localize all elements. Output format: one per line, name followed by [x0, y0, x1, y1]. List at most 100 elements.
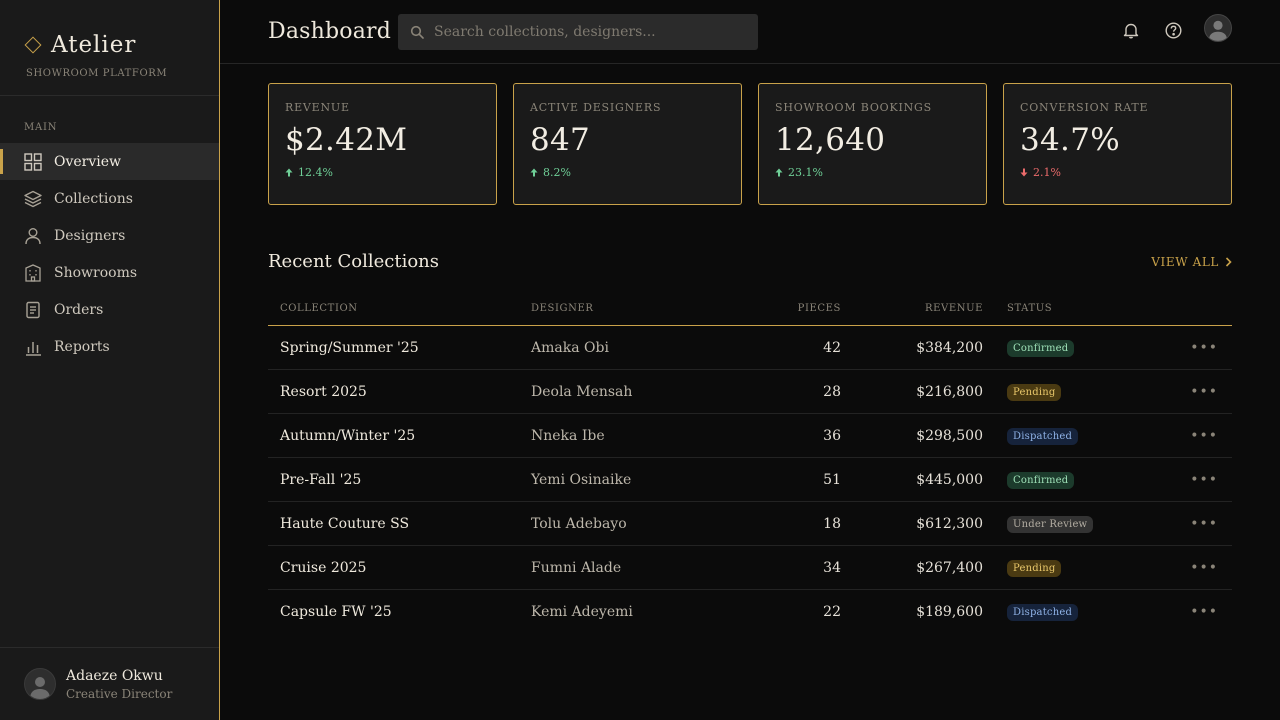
notifications-button[interactable]	[1120, 19, 1142, 41]
stat-card-showroom-bookings[interactable]: SHOWROOM BOOKINGS 12,640 23.1%	[758, 83, 987, 205]
stat-label: SHOWROOM BOOKINGS	[775, 101, 932, 114]
sidebar-item-label: Reports	[54, 338, 110, 355]
sidebar-item-overview[interactable]: Overview	[0, 143, 219, 180]
cell-pieces: 18	[823, 515, 841, 532]
cell-revenue: $298,500	[916, 427, 983, 444]
cell-actions: •••	[1163, 604, 1232, 620]
cell-status: Under Review	[983, 515, 1163, 533]
more-options-icon[interactable]: •••	[1190, 384, 1218, 400]
cell-status: Dispatched	[983, 427, 1163, 445]
cell-revenue: $216,800	[916, 383, 983, 400]
cell-collection: Pre-Fall '25	[280, 471, 362, 488]
table-row[interactable]: Haute Couture SS Tolu Adebayo 18 $612,30…	[268, 502, 1232, 546]
sidebar-item-reports[interactable]: Reports	[0, 328, 219, 365]
more-options-icon[interactable]: •••	[1190, 560, 1218, 576]
stat-delta-value: 12.4%	[298, 166, 333, 179]
arrow-up-icon	[530, 168, 538, 177]
cell-designer: Kemi Adeyemi	[531, 604, 633, 620]
cell-actions: •••	[1163, 384, 1232, 400]
help-button[interactable]	[1162, 19, 1184, 41]
stat-delta: 23.1%	[775, 166, 970, 179]
stat-card-revenue[interactable]: REVENUE $2.42M 12.4%	[268, 83, 497, 205]
stat-label: REVENUE	[285, 101, 350, 114]
cell-actions: •••	[1163, 560, 1232, 576]
header-actions	[1120, 14, 1232, 42]
sidebar-item-showrooms[interactable]: Showrooms	[0, 254, 219, 291]
stat-card-conversion-rate[interactable]: CONVERSION RATE 34.7% 2.1%	[1003, 83, 1232, 205]
cell-collection: Autumn/Winter '25	[280, 427, 416, 444]
search-input[interactable]	[434, 24, 734, 40]
cell-designer: Nneka Ibe	[531, 427, 605, 444]
user-icon	[24, 227, 42, 245]
current-user[interactable]: Adaeze Okwu Creative Director	[0, 647, 219, 720]
column-header-designer[interactable]: DESIGNER	[531, 303, 731, 314]
view-all-link[interactable]: VIEW ALL	[1151, 255, 1232, 269]
table-row[interactable]: Spring/Summer '25 Amaka Obi 42 $384,200 …	[268, 326, 1232, 370]
stat-delta: 8.2%	[530, 166, 725, 179]
cell-actions: •••	[1163, 516, 1232, 532]
sidebar-item-label: Overview	[54, 153, 122, 170]
more-options-icon[interactable]: •••	[1190, 340, 1218, 356]
cell-collection: Haute Couture SS	[280, 515, 410, 532]
sidebar: Atelier SHOWROOM PLATFORM MAIN Overview …	[0, 0, 220, 720]
arrow-up-icon	[775, 168, 783, 177]
sidebar-nav: Overview Collections Designers Showrooms…	[0, 143, 219, 365]
person-icon	[1208, 20, 1228, 41]
sidebar-item-label: Showrooms	[54, 264, 138, 281]
building-icon	[24, 263, 42, 282]
arrow-down-icon	[1020, 168, 1028, 177]
sidebar-item-orders[interactable]: Orders	[0, 291, 219, 328]
profile-avatar-button[interactable]	[1204, 14, 1232, 42]
cell-pieces: 42	[823, 339, 841, 356]
table-row[interactable]: Cruise 2025 Fumni Alade 34 $267,400 Pend…	[268, 546, 1232, 590]
stat-card-active-designers[interactable]: ACTIVE DESIGNERS 847 8.2%	[513, 83, 742, 205]
document-icon	[24, 301, 42, 319]
table-row[interactable]: Pre-Fall '25 Yemi Osinaike 51 $445,000 C…	[268, 458, 1232, 502]
sidebar-item-collections[interactable]: Collections	[0, 180, 219, 217]
search-box[interactable]	[398, 14, 758, 50]
more-options-icon[interactable]: •••	[1190, 472, 1218, 488]
stat-label: ACTIVE DESIGNERS	[530, 101, 662, 114]
cell-pieces: 22	[823, 604, 841, 620]
collections-table: COLLECTION DESIGNER PIECES REVENUE STATU…	[268, 292, 1232, 634]
sidebar-item-label: Orders	[54, 301, 104, 318]
sidebar-item-label: Collections	[54, 190, 133, 207]
sidebar-item-label: Designers	[54, 227, 126, 244]
brand-logo[interactable]: Atelier	[24, 32, 195, 58]
column-header-collection[interactable]: COLLECTION	[268, 303, 531, 314]
status-badge: Pending	[1007, 383, 1062, 401]
sidebar-item-designers[interactable]: Designers	[0, 217, 219, 254]
more-options-icon[interactable]: •••	[1190, 516, 1218, 532]
stat-value: $2.42M	[285, 122, 408, 158]
stat-delta-value: 2.1%	[1033, 166, 1061, 179]
table-row[interactable]: Resort 2025 Deola Mensah 28 $216,800 Pen…	[268, 370, 1232, 414]
status-badge: Under Review	[1007, 515, 1094, 533]
cell-pieces: 34	[823, 559, 841, 576]
more-options-icon[interactable]: •••	[1190, 604, 1218, 620]
column-header-revenue[interactable]: REVENUE	[841, 303, 983, 314]
stat-value: 847	[530, 122, 591, 158]
cell-pieces: 28	[823, 383, 841, 400]
cell-pieces: 36	[823, 427, 841, 444]
cell-collection: Resort 2025	[280, 383, 367, 400]
column-header-status[interactable]: STATUS	[983, 303, 1163, 314]
column-header-pieces[interactable]: PIECES	[731, 303, 841, 314]
cell-collection: Cruise 2025	[280, 559, 367, 576]
cell-status: Confirmed	[983, 339, 1163, 357]
cell-status: Pending	[983, 383, 1163, 401]
person-icon	[30, 677, 50, 699]
cell-collection: Spring/Summer '25	[280, 339, 419, 356]
status-badge: Confirmed	[1007, 471, 1075, 489]
cell-revenue: $189,600	[916, 604, 983, 620]
cell-revenue: $445,000	[916, 471, 983, 488]
status-badge: Pending	[1007, 559, 1062, 577]
cell-designer: Tolu Adebayo	[531, 515, 627, 532]
cell-revenue: $384,200	[916, 339, 983, 356]
help-icon	[1164, 21, 1182, 39]
table-row[interactable]: Capsule FW '25 Kemi Adeyemi 22 $189,600 …	[268, 590, 1232, 634]
table-row[interactable]: Autumn/Winter '25 Nneka Ibe 36 $298,500 …	[268, 414, 1232, 458]
more-options-icon[interactable]: •••	[1190, 428, 1218, 444]
cell-actions: •••	[1163, 340, 1232, 356]
stat-label: CONVERSION RATE	[1020, 101, 1149, 114]
avatar	[24, 668, 56, 700]
